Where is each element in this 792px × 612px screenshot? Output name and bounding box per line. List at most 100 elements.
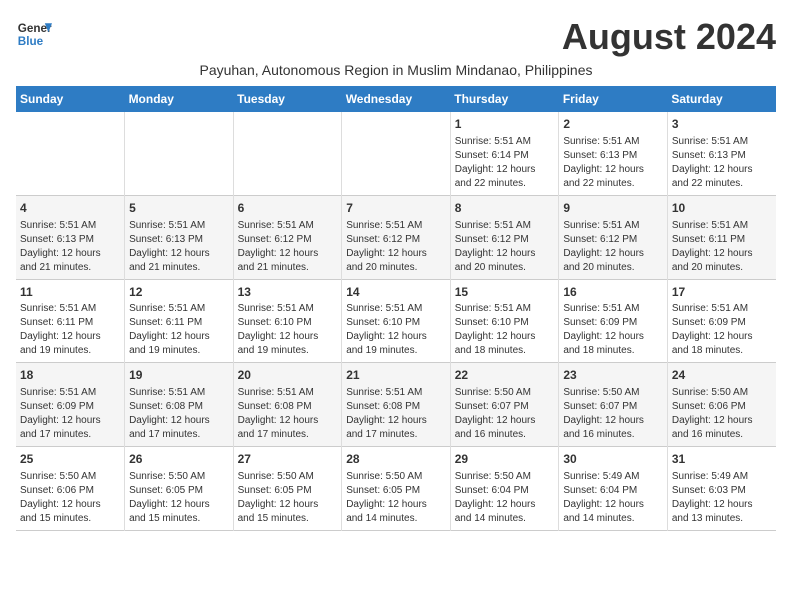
day-number: 31 (672, 451, 772, 468)
day-info: Sunrise: 5:51 AM Sunset: 6:08 PM Dayligh… (238, 386, 338, 442)
day-info: Sunrise: 5:51 AM Sunset: 6:13 PM Dayligh… (672, 135, 772, 191)
day-cell: 7 Sunrise: 5:51 AM Sunset: 6:12 PM Daylig… (342, 195, 451, 279)
day-cell: 26Sunrise: 5:50 AM Sunset: 6:05 PM Dayli… (125, 447, 234, 531)
day-number: 30 (563, 451, 663, 468)
day-cell: 9Sunrise: 5:51 AM Sunset: 6:12 PM Daylig… (559, 195, 668, 279)
day-number: 9 (563, 200, 663, 217)
calendar-body: 1Sunrise: 5:51 AM Sunset: 6:14 PM Daylig… (16, 112, 776, 530)
day-cell: 17Sunrise: 5:51 AM Sunset: 6:09 PM Dayli… (667, 279, 776, 363)
day-info: Sunrise: 5:50 AM Sunset: 6:05 PM Dayligh… (238, 470, 338, 526)
day-info: Sunrise: 5:50 AM Sunset: 6:07 PM Dayligh… (563, 386, 663, 442)
calendar-header: SundayMondayTuesdayWednesdayThursdayFrid… (16, 86, 776, 112)
month-title: August 2024 (562, 16, 776, 58)
day-cell: 16Sunrise: 5:51 AM Sunset: 6:09 PM Dayli… (559, 279, 668, 363)
day-info: Sunrise: 5:51 AM Sunset: 6:09 PM Dayligh… (20, 386, 120, 442)
day-cell: 19 Sunrise: 5:51 AM Sunset: 6:08 PM Dayli… (125, 363, 234, 447)
day-cell (233, 112, 342, 195)
day-cell: 12Sunrise: 5:51 AM Sunset: 6:11 PM Dayli… (125, 279, 234, 363)
day-cell: 18 Sunrise: 5:51 AM Sunset: 6:09 PM Dayli… (16, 363, 125, 447)
logo-icon: General Blue (16, 16, 52, 52)
day-cell: 1Sunrise: 5:51 AM Sunset: 6:14 PM Daylig… (450, 112, 559, 195)
weekday-header-monday: Monday (125, 86, 234, 112)
day-number: 29 (455, 451, 555, 468)
weekday-header-sunday: Sunday (16, 86, 125, 112)
header: General Blue General Blue August 2024 (16, 16, 776, 58)
day-number: 20 (238, 367, 338, 384)
day-number: 1 (455, 116, 555, 133)
day-cell: 28Sunrise: 5:50 AM Sunset: 6:05 PM Dayli… (342, 447, 451, 531)
location-title: Payuhan, Autonomous Region in Muslim Min… (16, 62, 776, 78)
day-number: 3 (672, 116, 772, 133)
week-row-1: 1Sunrise: 5:51 AM Sunset: 6:14 PM Daylig… (16, 112, 776, 195)
day-info: Sunrise: 5:50 AM Sunset: 6:06 PM Dayligh… (672, 386, 772, 442)
day-info: Sunrise: 5:51 AM Sunset: 6:08 PM Dayligh… (346, 386, 446, 442)
day-number: 22 (455, 367, 555, 384)
day-cell: 21 Sunrise: 5:51 AM Sunset: 6:08 PM Dayli… (342, 363, 451, 447)
day-cell: 25 Sunrise: 5:50 AM Sunset: 6:06 PM Dayli… (16, 447, 125, 531)
day-number: 15 (455, 284, 555, 301)
weekday-header-wednesday: Wednesday (342, 86, 451, 112)
day-cell: 20 Sunrise: 5:51 AM Sunset: 6:08 PM Dayli… (233, 363, 342, 447)
day-cell: 31 Sunrise: 5:49 AM Sunset: 6:03 PM Dayli… (667, 447, 776, 531)
day-cell: 10Sunrise: 5:51 AM Sunset: 6:11 PM Dayli… (667, 195, 776, 279)
day-number: 26 (129, 451, 229, 468)
day-info: Sunrise: 5:51 AM Sunset: 6:10 PM Dayligh… (346, 302, 446, 358)
day-info: Sunrise: 5:51 AM Sunset: 6:13 PM Dayligh… (129, 219, 229, 275)
day-number: 21 (346, 367, 446, 384)
svg-text:Blue: Blue (18, 35, 44, 48)
weekday-header-row: SundayMondayTuesdayWednesdayThursdayFrid… (16, 86, 776, 112)
day-info: Sunrise: 5:51 AM Sunset: 6:09 PM Dayligh… (563, 302, 663, 358)
day-info: Sunrise: 5:51 AM Sunset: 6:11 PM Dayligh… (20, 302, 120, 358)
day-cell: 6 Sunrise: 5:51 AM Sunset: 6:12 PM Daylig… (233, 195, 342, 279)
day-number: 12 (129, 284, 229, 301)
day-info: Sunrise: 5:51 AM Sunset: 6:10 PM Dayligh… (238, 302, 338, 358)
day-number: 5 (129, 200, 229, 217)
day-cell: 14Sunrise: 5:51 AM Sunset: 6:10 PM Dayli… (342, 279, 451, 363)
day-info: Sunrise: 5:51 AM Sunset: 6:13 PM Dayligh… (20, 219, 120, 275)
day-cell: 30 Sunrise: 5:49 AM Sunset: 6:04 PM Dayli… (559, 447, 668, 531)
day-info: Sunrise: 5:50 AM Sunset: 6:07 PM Dayligh… (455, 386, 555, 442)
day-number: 18 (20, 367, 120, 384)
week-row-4: 18 Sunrise: 5:51 AM Sunset: 6:09 PM Dayli… (16, 363, 776, 447)
day-number: 23 (563, 367, 663, 384)
day-cell: 27 Sunrise: 5:50 AM Sunset: 6:05 PM Dayli… (233, 447, 342, 531)
day-cell (125, 112, 234, 195)
weekday-header-tuesday: Tuesday (233, 86, 342, 112)
day-number: 4 (20, 200, 120, 217)
day-cell: 22 Sunrise: 5:50 AM Sunset: 6:07 PM Dayli… (450, 363, 559, 447)
day-number: 2 (563, 116, 663, 133)
weekday-header-friday: Friday (559, 86, 668, 112)
day-info: Sunrise: 5:51 AM Sunset: 6:10 PM Dayligh… (455, 302, 555, 358)
day-number: 8 (455, 200, 555, 217)
day-number: 11 (20, 284, 120, 301)
day-number: 7 (346, 200, 446, 217)
week-row-2: 4 Sunrise: 5:51 AM Sunset: 6:13 PM Daylig… (16, 195, 776, 279)
day-number: 10 (672, 200, 772, 217)
day-cell (16, 112, 125, 195)
day-info: Sunrise: 5:51 AM Sunset: 6:12 PM Dayligh… (238, 219, 338, 275)
weekday-header-saturday: Saturday (667, 86, 776, 112)
day-info: Sunrise: 5:51 AM Sunset: 6:08 PM Dayligh… (129, 386, 229, 442)
day-number: 17 (672, 284, 772, 301)
day-info: Sunrise: 5:50 AM Sunset: 6:06 PM Dayligh… (20, 470, 120, 526)
day-info: Sunrise: 5:50 AM Sunset: 6:05 PM Dayligh… (346, 470, 446, 526)
day-info: Sunrise: 5:51 AM Sunset: 6:12 PM Dayligh… (346, 219, 446, 275)
day-info: Sunrise: 5:51 AM Sunset: 6:12 PM Dayligh… (455, 219, 555, 275)
day-number: 13 (238, 284, 338, 301)
day-cell (342, 112, 451, 195)
day-info: Sunrise: 5:50 AM Sunset: 6:04 PM Dayligh… (455, 470, 555, 526)
day-info: Sunrise: 5:51 AM Sunset: 6:11 PM Dayligh… (129, 302, 229, 358)
day-number: 19 (129, 367, 229, 384)
logo: General Blue General Blue (16, 16, 52, 52)
day-info: Sunrise: 5:49 AM Sunset: 6:04 PM Dayligh… (563, 470, 663, 526)
calendar-table: SundayMondayTuesdayWednesdayThursdayFrid… (16, 86, 776, 531)
day-number: 6 (238, 200, 338, 217)
weekday-header-thursday: Thursday (450, 86, 559, 112)
week-row-5: 25 Sunrise: 5:50 AM Sunset: 6:06 PM Dayli… (16, 447, 776, 531)
day-number: 25 (20, 451, 120, 468)
day-number: 27 (238, 451, 338, 468)
day-info: Sunrise: 5:49 AM Sunset: 6:03 PM Dayligh… (672, 470, 772, 526)
day-cell: 15Sunrise: 5:51 AM Sunset: 6:10 PM Dayli… (450, 279, 559, 363)
day-cell: 8 Sunrise: 5:51 AM Sunset: 6:12 PM Daylig… (450, 195, 559, 279)
week-row-3: 11Sunrise: 5:51 AM Sunset: 6:11 PM Dayli… (16, 279, 776, 363)
